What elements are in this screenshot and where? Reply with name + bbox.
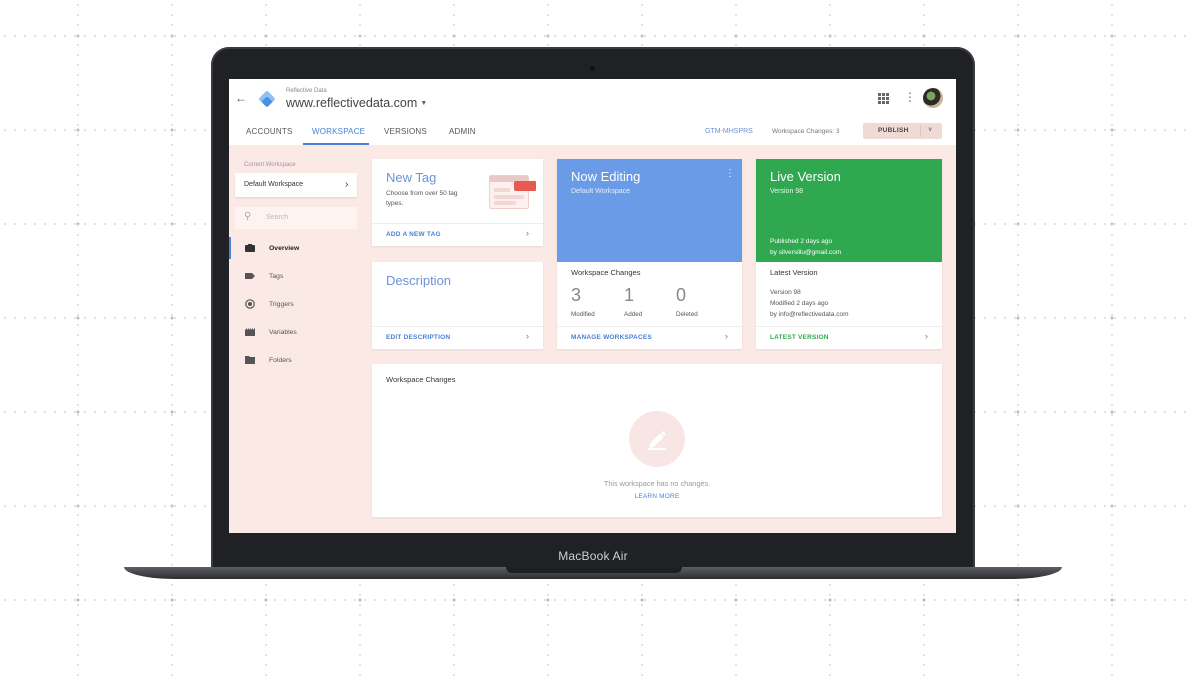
laptop-notch [506,567,682,573]
latest-version-info: Version 98 Modified 2 days ago by info@r… [770,287,849,320]
tag-illustration-icon [489,175,536,209]
live-version-header: Live Version Version 98 Published 2 days… [756,159,942,262]
publish-divider [920,125,921,137]
search-input[interactable]: ⚲ Search [235,207,357,229]
workspace-changes-title: Workspace Changes [386,375,456,384]
variables-icon [245,328,255,336]
live-version-card: Live Version Version 98 Published 2 days… [756,159,942,349]
chevron-down-icon[interactable]: ∨ [928,126,932,133]
publish-button[interactable]: PUBLISH ∨ [863,123,942,139]
new-tag-description: Choose from over 50 tag types. [386,190,458,207]
sidebar-item-label: Folders [269,357,292,364]
chevron-right-icon[interactable]: › [925,331,928,341]
container-name: www.reflectivedata.com [286,96,418,110]
briefcase-icon [245,244,255,252]
sidebar-item-triggers[interactable]: Triggers [229,295,369,315]
sidebar-item-label: Overview [269,245,300,252]
caret-down-icon: ▼ [420,100,428,108]
current-workspace-label: Current Workspace [244,162,296,168]
tab-workspace[interactable]: WORKSPACE [312,127,365,136]
container-selector[interactable]: www.reflectivedata.com ▼ [286,96,427,110]
search-placeholder: Search [266,214,289,221]
laptop-brand-label: MacBook Air [558,549,628,563]
edit-description-link[interactable]: EDIT DESCRIPTION [386,334,450,341]
workspace-selector[interactable]: Default Workspace › [235,173,357,197]
card-divider [557,326,742,327]
live-version-title: Live Version [770,169,841,184]
trigger-icon [245,299,255,309]
description-card: Description EDIT DESCRIPTION › [372,262,543,349]
app-screen: ← Reflective Data www.reflectivedata.com… [229,79,956,533]
empty-state-illustration [629,411,685,467]
apps-grid-icon[interactable] [878,93,889,104]
tab-admin[interactable]: ADMIN [449,127,476,136]
live-version-number: Version 98 [770,188,804,195]
search-icon: ⚲ [244,211,252,222]
modified-label: Modified [571,311,595,318]
card-divider [756,326,942,327]
edit-pencil-icon [648,431,666,450]
chevron-right-icon[interactable]: › [526,331,529,341]
sidebar-item-overview[interactable]: Overview [229,239,369,259]
published-by: by silversillu@gmail.com [770,249,842,256]
description-title: Description [386,273,452,288]
deleted-count: 0 [676,285,687,305]
tag-icon [245,273,255,279]
sidebar-item-tags[interactable]: Tags [229,267,369,287]
add-new-tag-link[interactable]: ADD A NEW TAG [386,231,441,238]
manage-workspaces-link[interactable]: MANAGE WORKSPACES [571,334,652,341]
publish-label: PUBLISH [878,127,909,134]
chevron-right-icon[interactable]: › [526,228,529,238]
latest-version-by: by info@reflectivedata.com [770,311,849,318]
sidebar-item-label: Variables [269,329,297,336]
sidebar-item-folders[interactable]: Folders [229,351,369,371]
published-date: Published 2 days ago [770,238,833,245]
chevron-right-icon: › [345,179,349,190]
active-tab-indicator [303,143,369,145]
added-count: 1 [624,285,635,305]
tab-versions[interactable]: VERSIONS [384,127,427,136]
deleted-label: Deleted [676,311,698,318]
sidebar-item-variables[interactable]: Variables [229,323,369,343]
camera-dot [590,66,595,71]
sidebar-item-label: Triggers [269,301,294,308]
card-divider [372,326,543,327]
latest-version-label: Latest Version [770,268,818,277]
learn-more-link[interactable]: LEARN MORE [372,493,942,500]
workspace-name: Default Workspace [244,181,304,188]
latest-version-number: Version 98 [770,289,801,296]
new-tag-card[interactable]: New Tag Choose from over 50 tag types. A… [372,159,543,246]
new-tag-title: New Tag [386,170,437,185]
now-editing-header: Now Editing Default Workspace ⋮ [557,159,742,262]
container-id-link[interactable]: GTM-MHSPRS [705,128,753,135]
gtm-logo-icon [258,90,276,108]
tab-bar: ACCOUNTS WORKSPACE VERSIONS ADMIN GTM-MH… [229,119,956,146]
empty-state-message: This workspace has no changes. [603,479,711,488]
chevron-right-icon[interactable]: › [725,331,728,341]
sidebar-item-label: Tags [269,273,284,280]
now-editing-card: Now Editing Default Workspace ⋮ Workspac… [557,159,742,349]
card-divider [372,223,543,224]
workspace-changes-count: Workspace Changes: 3 [772,128,840,135]
latest-version-modified: Modified 2 days ago [770,300,829,307]
folder-icon [245,356,255,364]
more-vert-icon[interactable]: ⋮ [725,168,735,179]
workspace-changes-panel: Workspace Changes This workspace has no … [372,364,942,517]
now-editing-workspace: Default Workspace [571,188,631,195]
back-arrow-icon[interactable]: ← [235,91,247,105]
live-version-published-info: Published 2 days ago by silversillu@gmai… [770,236,841,258]
modified-count: 3 [571,285,582,305]
workspace-changes-label: Workspace Changes [571,268,641,277]
account-name: Reflective Data [286,88,327,94]
app-header: ← Reflective Data www.reflectivedata.com… [229,79,956,119]
now-editing-title: Now Editing [571,169,641,184]
avatar[interactable] [923,88,943,108]
added-label: Added [624,311,643,318]
tab-accounts[interactable]: ACCOUNTS [246,127,293,136]
more-vert-icon[interactable]: ⋮ [904,91,916,103]
latest-version-link[interactable]: LATEST VERSION [770,334,829,341]
